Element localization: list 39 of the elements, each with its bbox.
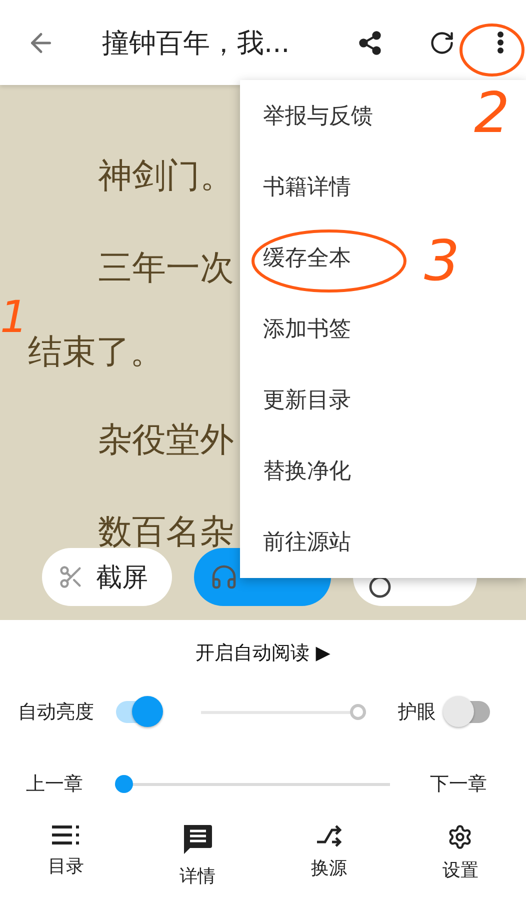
circle-icon [369, 576, 391, 598]
text-line: 神剑门。 [98, 156, 234, 196]
annotation-circle [458, 22, 526, 78]
annotation-number: 3 [424, 234, 460, 290]
nav-tab[interactable]: 换源 [274, 823, 384, 889]
menu-item[interactable]: 举报与反馈 [263, 100, 373, 131]
next-chapter-button[interactable]: 下一章 [430, 771, 487, 797]
share-icon [357, 30, 383, 56]
menu-item[interactable]: 前往源站 [263, 527, 351, 558]
more-icon [497, 31, 504, 54]
auto-brightness-switch[interactable] [114, 695, 164, 729]
annotation-number: 1 [0, 296, 28, 340]
text-line: 结束了。 [28, 332, 164, 372]
list-icon [52, 824, 80, 846]
annotation-number: 2 [474, 86, 510, 142]
text-line: 杂役堂外 [98, 420, 234, 460]
chapter-slider[interactable] [115, 774, 390, 794]
menu-item[interactable]: 更新目录 [263, 385, 351, 416]
eye-care-label: 护眼 [398, 700, 436, 725]
menu-item[interactable]: 书籍详情 [263, 172, 351, 202]
nav-tab[interactable]: 目录 [10, 823, 121, 889]
message-icon [181, 824, 214, 856]
menu-item[interactable]: 添加书签 [263, 314, 351, 344]
settings-icon [447, 824, 474, 850]
brightness-slider[interactable] [201, 702, 366, 722]
book-title: 撞钟百年，我... [102, 26, 291, 60]
text-line: 三年一次 [98, 248, 234, 288]
nav-tab[interactable]: 设置 [405, 823, 516, 889]
auto-brightness-label: 自动亮度 [18, 700, 94, 725]
previous-chapter-button[interactable]: 上一章 [26, 771, 83, 797]
nav-tab[interactable]: 详情 [142, 823, 252, 889]
headphones-icon [210, 563, 238, 591]
menu-item[interactable]: 替换净化 [263, 456, 351, 486]
auto-read-link[interactable]: 开启自动阅读 ▶ [196, 642, 330, 664]
refresh-icon [429, 30, 455, 56]
eye-care-switch[interactable] [442, 695, 492, 729]
screenshot-button[interactable]: 截屏 [42, 548, 172, 606]
shuffle-icon [316, 824, 342, 848]
scissors-icon [58, 564, 84, 590]
